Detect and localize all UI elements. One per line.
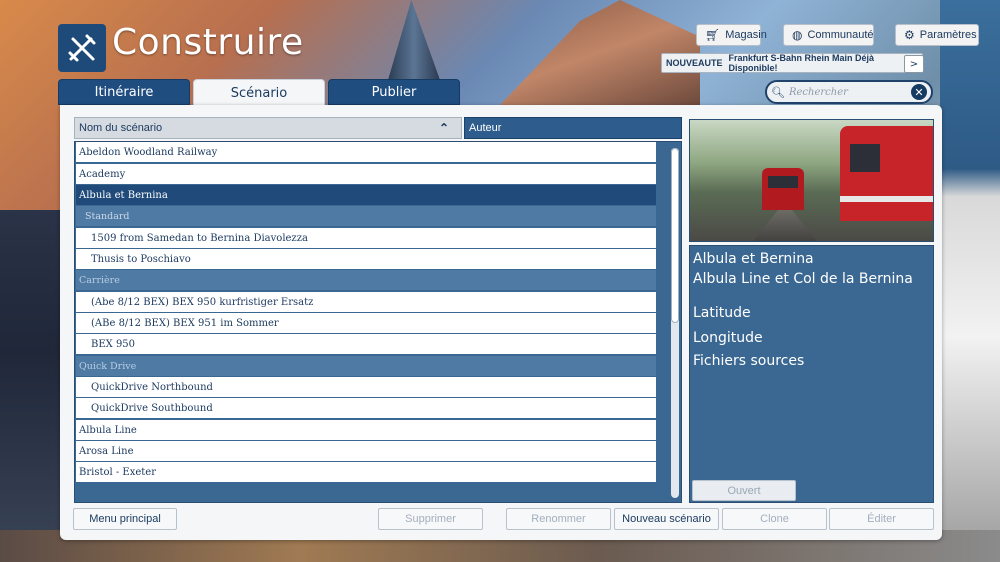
- column-header-author-label: Auteur: [469, 122, 502, 134]
- preview-track: [750, 210, 820, 241]
- list-group-header: Standard: [76, 206, 656, 226]
- list-item[interactable]: (Abe 8/12 BEX) BEX 950 kurfristiger Ersa…: [76, 292, 656, 312]
- tab-publier-label: Publier: [371, 84, 417, 100]
- community-button-label: Communauté: [807, 29, 874, 41]
- new-scenario-button-label: Nouveau scénario: [622, 513, 711, 525]
- settings-button-label: Paramètres: [919, 29, 977, 41]
- tab-itineraire-label: Itinéraire: [94, 84, 154, 100]
- column-header-name-label: Nom du scénario: [79, 122, 163, 134]
- details-longitude: Longitude: [693, 330, 763, 346]
- list-group-label: Quick Drive: [79, 360, 137, 372]
- tools-icon: [68, 34, 96, 62]
- scenario-details: Albula et Bernina Albula Line et Col de …: [689, 245, 934, 503]
- search-icon: 🔍︎: [771, 85, 785, 99]
- gear-icon: ⚙︎: [904, 28, 915, 42]
- tab-publier[interactable]: Publier: [328, 79, 460, 105]
- list-item[interactable]: Abeldon Woodland Railway: [76, 142, 656, 162]
- edit-button[interactable]: Éditer: [829, 508, 934, 530]
- cart-icon: 🛒︎: [705, 28, 721, 42]
- list-item-label: QuickDrive Southbound: [91, 402, 213, 414]
- column-header-name[interactable]: Nom du scénario ⌃: [74, 117, 462, 139]
- clone-button-label: Clone: [760, 513, 789, 525]
- search-box[interactable]: 🔍︎ Rechercher ✕: [765, 80, 933, 104]
- list-item-selected[interactable]: Albula et Bernina: [76, 185, 656, 205]
- details-latitude: Latitude: [693, 305, 751, 321]
- list-scrollbar[interactable]: [671, 148, 679, 498]
- clone-button[interactable]: Clone: [722, 508, 827, 530]
- search-input[interactable]: Rechercher: [789, 87, 907, 98]
- list-item[interactable]: 1509 from Samedan to Bernina Diavolezza: [76, 228, 656, 248]
- preview-train-far: [762, 168, 804, 210]
- list-item[interactable]: Bristol - Exeter: [76, 462, 656, 482]
- list-scrollbar-thumb[interactable]: [671, 148, 679, 323]
- list-item[interactable]: QuickDrive Southbound: [76, 398, 656, 418]
- open-button[interactable]: Ouvert: [692, 480, 796, 501]
- store-button[interactable]: 🛒︎ Magasin: [696, 24, 767, 46]
- list-group-header: Quick Drive: [76, 356, 656, 376]
- open-button-label: Ouvert: [727, 484, 761, 497]
- details-scenario-name: Albula Line et Col de la Bernina: [693, 271, 913, 287]
- details-route-name: Albula et Bernina: [693, 251, 814, 267]
- column-header-author[interactable]: Auteur: [464, 117, 682, 139]
- settings-button[interactable]: ⚙︎ Paramètres: [895, 24, 979, 46]
- edit-button-label: Éditer: [867, 513, 896, 525]
- news-next-button[interactable]: >: [904, 55, 924, 73]
- tab-scenario-label: Scénario: [230, 86, 288, 101]
- background-tower: [388, 0, 440, 80]
- delete-button-label: Supprimer: [405, 513, 456, 525]
- list-item[interactable]: QuickDrive Northbound: [76, 377, 656, 397]
- list-item[interactable]: Academy: [76, 164, 656, 184]
- list-item-label: Bristol - Exeter: [79, 466, 157, 478]
- main-menu-button[interactable]: Menu principal: [73, 508, 177, 530]
- background-train: [940, 0, 1000, 562]
- list-item-label: (Abe 8/12 BEX) BEX 950 kurfristiger Ersa…: [91, 296, 314, 308]
- list-group-label: Standard: [85, 210, 130, 222]
- list-item-label: 1509 from Samedan to Bernina Diavolezza: [91, 232, 308, 244]
- chevron-up-icon: ⌃: [438, 121, 449, 135]
- list-item[interactable]: BEX 950: [76, 334, 656, 354]
- community-button[interactable]: ◍ Communauté: [783, 24, 874, 46]
- list-item-label: Albula et Bernina: [79, 189, 168, 201]
- list-group-header: Carrière: [76, 270, 656, 290]
- list-item[interactable]: (ABe 8/12 BEX) BEX 951 im Sommer: [76, 313, 656, 333]
- list-item-label: Thusis to Poschiavo: [91, 253, 191, 265]
- tab-itineraire[interactable]: Itinéraire: [58, 79, 190, 105]
- list-item[interactable]: Albula Line: [76, 420, 656, 440]
- news-text: Frankfurt S-Bahn Rhein Main Déjà Disponi…: [728, 53, 875, 73]
- build-logo-icon: [58, 24, 106, 72]
- news-tag: NOUVEAUTE: [666, 58, 723, 68]
- list-group-label: Carrière: [79, 274, 120, 286]
- news-ticker[interactable]: NOUVEAUTE Frankfurt S-Bahn Rhein Main Dé…: [661, 53, 923, 73]
- clear-search-icon[interactable]: ✕: [911, 84, 927, 100]
- page-title: Construire: [112, 22, 304, 63]
- rename-button-label: Renommer: [531, 513, 586, 525]
- globe-icon: ◍: [792, 28, 803, 42]
- preview-train-near: [840, 126, 933, 221]
- tab-scenario[interactable]: Scénario: [193, 79, 325, 107]
- list-item-label: Academy: [79, 168, 126, 180]
- chevron-right-icon: >: [909, 58, 919, 70]
- list-item-label: Arosa Line: [79, 445, 134, 457]
- scenario-list: Abeldon Woodland Railway Academy Albula …: [74, 141, 682, 503]
- list-item[interactable]: Arosa Line: [76, 441, 656, 461]
- delete-button[interactable]: Supprimer: [378, 508, 483, 530]
- list-item-label: Abeldon Woodland Railway: [79, 146, 218, 158]
- rename-button[interactable]: Renommer: [506, 508, 611, 530]
- list-item-label: QuickDrive Northbound: [91, 381, 213, 393]
- route-preview-image: [689, 119, 934, 242]
- store-button-label: Magasin: [725, 29, 767, 41]
- list-item[interactable]: Thusis to Poschiavo: [76, 249, 656, 269]
- details-source-files[interactable]: Fichiers sources: [693, 353, 804, 369]
- background-city: [0, 210, 62, 562]
- list-item-label: (ABe 8/12 BEX) BEX 951 im Sommer: [91, 317, 279, 329]
- main-menu-button-label: Menu principal: [89, 513, 161, 525]
- list-item-label: BEX 950: [91, 338, 136, 350]
- new-scenario-button[interactable]: Nouveau scénario: [614, 508, 719, 530]
- list-item-label: Albula Line: [79, 424, 137, 436]
